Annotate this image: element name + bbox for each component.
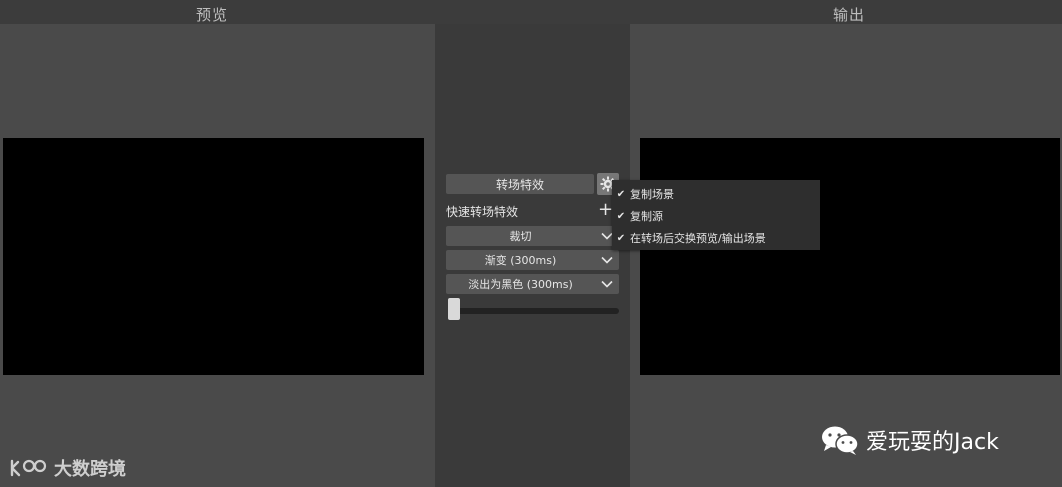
preview-canvas[interactable] bbox=[3, 138, 424, 375]
plus-icon[interactable]: + bbox=[598, 199, 613, 220]
check-icon: ✔ bbox=[616, 232, 626, 244]
top-strip bbox=[0, 0, 1062, 24]
chevron-down-icon bbox=[601, 280, 613, 288]
preview-label: 预览 bbox=[196, 6, 229, 24]
quick-transition-select-cut[interactable]: 裁切 bbox=[446, 226, 619, 246]
watermark-left: 大数跨境 bbox=[10, 455, 126, 481]
select-value: 裁切 bbox=[509, 230, 532, 243]
quick-transitions-label: 快速转场特效 bbox=[446, 205, 519, 219]
watermark-left-text: 大数跨境 bbox=[54, 459, 126, 480]
wechat-icon bbox=[822, 426, 859, 455]
output-label: 输出 bbox=[833, 6, 866, 24]
transition-controls: 转场特效 快速转场特效 + 裁切 渐变 (300ms) 淡出为黑色 (300ms… bbox=[435, 24, 630, 487]
menu-item-label: 复制场景 bbox=[630, 188, 674, 201]
menu-item-swap-after-transition[interactable]: ✔ 在转场后交换预览/输出场景 bbox=[612, 227, 820, 249]
output-canvas[interactable] bbox=[640, 138, 1060, 375]
menu-item-duplicate-sources[interactable]: ✔ 复制源 bbox=[612, 205, 820, 227]
watermark-right-text: 爱玩耍的Jack bbox=[866, 430, 999, 455]
transition-slider-track[interactable] bbox=[448, 308, 619, 314]
menu-item-duplicate-scene[interactable]: ✔ 复制场景 bbox=[612, 183, 820, 205]
select-value: 渐变 (300ms) bbox=[484, 254, 557, 267]
quick-transition-select-fade[interactable]: 渐变 (300ms) bbox=[446, 250, 619, 270]
transition-slider-handle[interactable] bbox=[448, 298, 460, 320]
watermark-right: 爱玩耍的Jack bbox=[820, 424, 999, 456]
menu-item-label: 在转场后交换预览/输出场景 bbox=[630, 232, 766, 245]
output-panel bbox=[630, 24, 1062, 487]
select-value: 淡出为黑色 (300ms) bbox=[468, 278, 573, 291]
check-icon: ✔ bbox=[616, 210, 626, 222]
menu-item-label: 复制源 bbox=[630, 210, 663, 223]
preview-panel bbox=[0, 24, 435, 487]
quick-transition-select-fade-to-black[interactable]: 淡出为黑色 (300ms) bbox=[446, 274, 619, 294]
transition-settings-menu: ✔ 复制场景 ✔ 复制源 ✔ 在转场后交换预览/输出场景 bbox=[612, 180, 820, 250]
chevron-down-icon bbox=[601, 256, 613, 264]
obs-studio-mode-window: 预览 输出 转场特效 快速转场特效 + 裁切 渐变 (300ms) 淡出为黑色 … bbox=[0, 0, 1062, 487]
brand-logo-icon bbox=[10, 459, 47, 477]
check-icon: ✔ bbox=[616, 188, 626, 200]
transitions-button[interactable]: 转场特效 bbox=[446, 174, 594, 194]
